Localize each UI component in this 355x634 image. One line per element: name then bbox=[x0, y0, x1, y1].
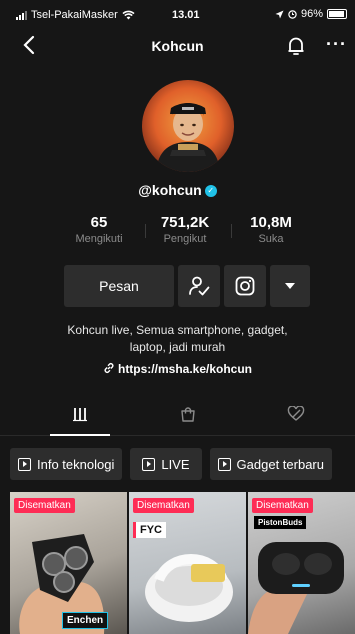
bio-link-text: https://msha.ke/kohcun bbox=[117, 362, 253, 376]
status-time: 13.01 bbox=[172, 9, 200, 21]
profile-actions: Pesan bbox=[64, 265, 310, 307]
video-grid: Disematkan Enchen Disematkan FYC Disemat… bbox=[10, 492, 355, 634]
stat-value: 751,2K bbox=[160, 214, 210, 231]
stat-followers[interactable]: 751,2K Pengikut bbox=[145, 214, 224, 245]
more-icon[interactable]: ··· bbox=[326, 34, 347, 55]
stat-label: Suka bbox=[258, 233, 284, 245]
dropdown-button[interactable] bbox=[270, 265, 310, 307]
video-caption: PistonBuds bbox=[254, 516, 307, 529]
signal-icon bbox=[16, 10, 27, 20]
profile-stats: 65 Mengikuti 751,2K Pengikut 10,8M Suka bbox=[60, 214, 310, 245]
wifi-icon bbox=[122, 10, 135, 20]
stat-following[interactable]: 65 Mengikuti bbox=[60, 214, 138, 245]
battery-icon bbox=[327, 9, 347, 19]
video-tile[interactable]: Disematkan FYC bbox=[129, 492, 246, 634]
follow-status-button[interactable] bbox=[178, 265, 220, 307]
bio-line: Kohcun live, Semua smartphone, gadget, bbox=[67, 323, 288, 337]
hidden-heart-icon bbox=[287, 406, 305, 421]
stat-value: 10,8M bbox=[250, 214, 292, 231]
username-text: @kohcun bbox=[138, 182, 202, 198]
instagram-button[interactable] bbox=[224, 265, 266, 307]
tab-shop[interactable] bbox=[158, 406, 218, 436]
instagram-icon bbox=[235, 276, 255, 296]
playlist-icon bbox=[217, 457, 231, 471]
status-bar: Tsel-PakaiMasker 13.01 96% bbox=[0, 0, 355, 30]
stat-label: Pengikut bbox=[163, 233, 207, 245]
location-icon bbox=[275, 10, 284, 18]
pinned-badge: Disematkan bbox=[133, 498, 194, 513]
stat-value: 65 bbox=[90, 214, 108, 231]
bio: Kohcun live, Semua smartphone, gadget, l… bbox=[0, 322, 355, 356]
bio-line: laptop, jadi murah bbox=[129, 340, 226, 354]
alarm-icon bbox=[288, 9, 297, 19]
grid-icon bbox=[73, 408, 87, 422]
bell-icon[interactable] bbox=[287, 36, 305, 61]
video-tile[interactable]: Disematkan PistonBuds bbox=[248, 492, 355, 634]
playlist-label: Gadget terbaru bbox=[236, 456, 324, 472]
video-tile[interactable]: Disematkan Enchen bbox=[10, 492, 127, 634]
video-thumbnail bbox=[145, 554, 233, 622]
playlist-icon bbox=[18, 457, 31, 471]
status-right: 96% bbox=[275, 8, 347, 20]
tab-videos[interactable] bbox=[50, 406, 110, 436]
user-check-icon bbox=[189, 276, 210, 296]
link-icon bbox=[104, 363, 114, 373]
shopping-bag-icon bbox=[181, 407, 195, 422]
playlist-icon bbox=[142, 457, 156, 471]
playlist-row: Info teknologi LIVE Gadget terbaru bbox=[10, 448, 332, 480]
video-thumbnail bbox=[248, 542, 344, 634]
video-caption: FYC bbox=[133, 522, 166, 538]
carrier-name: Tsel-PakaiMasker bbox=[31, 9, 118, 21]
playlist-chip[interactable]: LIVE bbox=[130, 448, 202, 480]
username: @kohcun ✓ bbox=[0, 182, 355, 198]
stat-likes[interactable]: 10,8M Suka bbox=[231, 214, 310, 245]
pinned-badge: Disematkan bbox=[14, 498, 75, 513]
avatar[interactable] bbox=[142, 80, 234, 172]
caret-down-icon bbox=[285, 283, 295, 289]
tab-liked[interactable] bbox=[266, 406, 326, 436]
verified-badge-icon: ✓ bbox=[204, 185, 217, 198]
status-left: Tsel-PakaiMasker bbox=[16, 9, 135, 21]
playlist-chip[interactable]: Gadget terbaru bbox=[209, 448, 332, 480]
playlist-chip[interactable]: Info teknologi bbox=[10, 448, 123, 480]
playlist-label: Info teknologi bbox=[37, 456, 115, 472]
video-caption: Enchen bbox=[62, 612, 109, 629]
top-nav: Kohcun ··· bbox=[0, 32, 355, 62]
avatar-image bbox=[142, 80, 234, 172]
battery-percent: 96% bbox=[300, 8, 323, 20]
pinned-badge: Disematkan bbox=[252, 498, 313, 513]
stat-label: Mengikuti bbox=[75, 233, 123, 245]
playlist-label: LIVE bbox=[161, 456, 190, 472]
bio-link[interactable]: https://msha.ke/kohcun bbox=[0, 362, 355, 376]
message-button[interactable]: Pesan bbox=[64, 265, 174, 307]
content-tabs bbox=[0, 400, 355, 436]
